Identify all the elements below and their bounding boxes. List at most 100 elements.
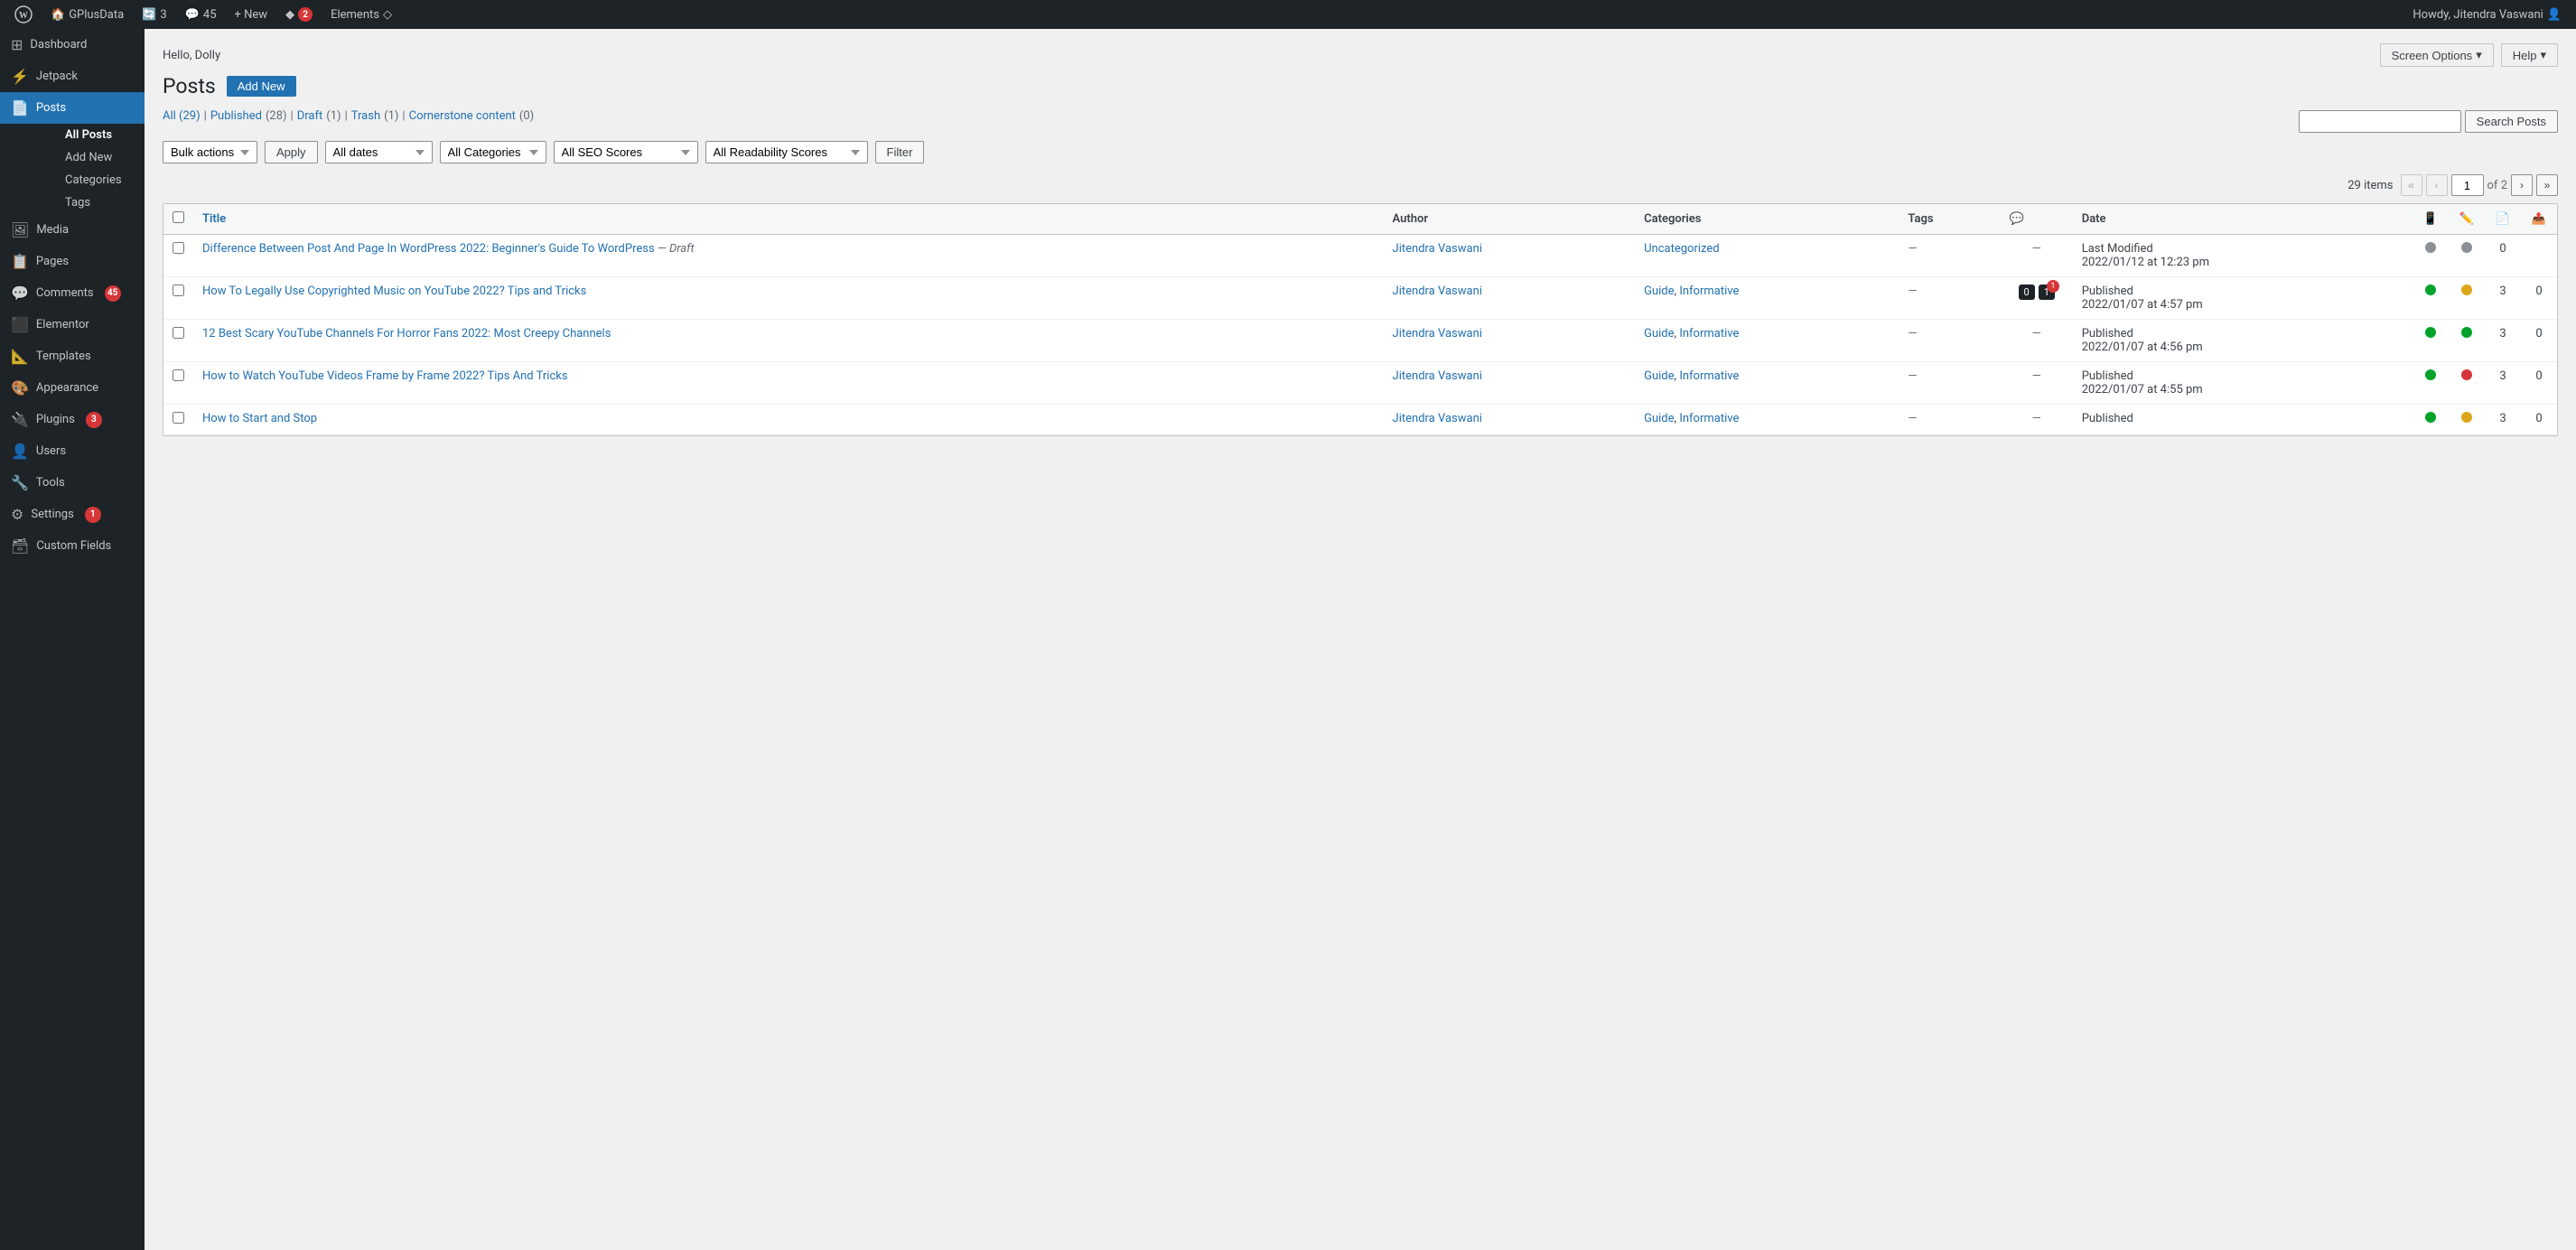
all-dates-select[interactable]: All datesJanuary 2022February 2022 bbox=[325, 141, 433, 163]
bulk-actions-select[interactable]: Bulk actions bbox=[163, 141, 257, 163]
screen-options-chevron-icon: ▾ bbox=[2476, 48, 2482, 62]
posts-table-wrapper: Title Author Categories Tags 💬 bbox=[163, 203, 2558, 436]
site-name-item[interactable]: 🏠 GPlusData bbox=[43, 0, 131, 29]
search-input[interactable] bbox=[2299, 110, 2461, 133]
page-count: 29 items bbox=[2347, 179, 2393, 192]
filter-trash[interactable]: Trash bbox=[351, 109, 380, 123]
category-link[interactable]: Informative bbox=[1679, 327, 1739, 340]
title-header[interactable]: Title bbox=[193, 204, 1384, 235]
author-link[interactable]: Jitendra Vaswani bbox=[1393, 369, 1482, 383]
new-item[interactable]: + New bbox=[228, 0, 275, 29]
last-page-button[interactable]: » bbox=[2536, 174, 2558, 196]
row-checkbox[interactable] bbox=[173, 412, 184, 424]
posts-table: Title Author Categories Tags 💬 bbox=[163, 204, 2557, 435]
author-link[interactable]: Jitendra Vaswani bbox=[1393, 412, 1482, 425]
screen-options-button[interactable]: Screen Options ▾ bbox=[2380, 43, 2494, 67]
row-checkbox[interactable] bbox=[173, 369, 184, 381]
sidebar-label-tools: Tools bbox=[36, 476, 65, 490]
next-page-button[interactable]: › bbox=[2511, 174, 2533, 196]
num1-cell: 3 bbox=[2485, 320, 2521, 362]
sidebar-item-appearance[interactable]: 🎨 Appearance bbox=[0, 372, 145, 404]
filter-all[interactable]: All (29) bbox=[163, 109, 201, 123]
sidebar-item-custom-fields[interactable]: 🗃 Custom Fields bbox=[0, 530, 145, 562]
comments-cell: 0 1 1 bbox=[2001, 277, 2073, 320]
all-readability-select[interactable]: All Readability ScoresGoodOKBadNo Score bbox=[705, 141, 868, 163]
sidebar-label-posts: Posts bbox=[36, 101, 66, 115]
filter-draft[interactable]: Draft bbox=[297, 109, 323, 123]
post-title-link[interactable]: How to Watch YouTube Videos Frame by Fra… bbox=[202, 369, 568, 383]
sidebar-label-comments: Comments bbox=[36, 286, 94, 300]
category-link[interactable]: Informative bbox=[1679, 369, 1739, 383]
category-link[interactable]: Guide bbox=[1644, 369, 1674, 383]
num1-value: 3 bbox=[2499, 285, 2506, 298]
seo-dot bbox=[2425, 242, 2436, 253]
post-title-link[interactable]: How To Legally Use Copyrighted Music on … bbox=[202, 285, 586, 298]
sidebar-item-jetpack[interactable]: ⚡ Jetpack bbox=[0, 61, 145, 92]
categories-cell: Guide, Informative bbox=[1635, 405, 1899, 435]
updates-item[interactable]: 🔄 3 bbox=[135, 0, 174, 29]
comments-item[interactable]: 💬 45 bbox=[178, 0, 224, 29]
post-title-link[interactable]: 12 Best Scary YouTube Channels For Horro… bbox=[202, 327, 611, 340]
wp-logo-item[interactable]: W bbox=[7, 0, 40, 29]
sidebar-item-users[interactable]: 👤 Users bbox=[0, 435, 145, 467]
prev-page-button[interactable]: ‹ bbox=[2426, 174, 2448, 196]
tags-header: Tags bbox=[1899, 204, 2000, 235]
first-page-button[interactable]: « bbox=[2401, 174, 2422, 196]
posts-icon: 📄 bbox=[11, 99, 29, 117]
seo-dot bbox=[2425, 412, 2436, 423]
category-link[interactable]: Guide bbox=[1644, 327, 1674, 340]
sidebar-item-elementor[interactable]: ⬛ Elementor bbox=[0, 309, 145, 340]
author-link[interactable]: Jitendra Vaswani bbox=[1393, 285, 1482, 298]
search-area: Search Posts bbox=[2299, 110, 2558, 133]
sidebar-sub-all-posts[interactable]: All Posts bbox=[33, 124, 145, 146]
seo-col-header: 📱 bbox=[2413, 204, 2449, 235]
filter-published[interactable]: Published bbox=[210, 109, 262, 123]
select-all-checkbox[interactable] bbox=[173, 211, 184, 223]
help-button[interactable]: Help ▾ bbox=[2501, 43, 2558, 67]
sidebar-item-dashboard[interactable]: ⊞ Dashboard bbox=[0, 29, 145, 61]
subfilters-row: All (29) | Published (28) | Draft (1) | … bbox=[163, 109, 2558, 134]
no-comments: — bbox=[2032, 369, 2041, 383]
filter-cornerstone[interactable]: Cornerstone content bbox=[409, 109, 516, 123]
category-link[interactable]: Informative bbox=[1679, 412, 1739, 425]
author-link[interactable]: Jitendra Vaswani bbox=[1393, 242, 1482, 256]
sidebar-item-plugins[interactable]: 🔌 Plugins 3 bbox=[0, 404, 145, 435]
category-link[interactable]: Informative bbox=[1679, 285, 1739, 298]
sidebar-item-pages[interactable]: 📋 Pages bbox=[0, 246, 145, 277]
category-link[interactable]: Uncategorized bbox=[1644, 242, 1719, 256]
page-number-input[interactable] bbox=[2451, 174, 2484, 196]
post-title-link[interactable]: Difference Between Post And Page In Word… bbox=[202, 242, 655, 256]
seo-score-cell bbox=[2413, 405, 2449, 435]
title-sort-link[interactable]: Title bbox=[202, 212, 226, 226]
row-checkbox[interactable] bbox=[173, 327, 184, 339]
sidebar-sub-tags[interactable]: Tags bbox=[33, 191, 145, 214]
sidebar-item-tools[interactable]: 🔧 Tools bbox=[0, 467, 145, 499]
author-link[interactable]: Jitendra Vaswani bbox=[1393, 327, 1482, 340]
elements-label: Elements bbox=[331, 8, 379, 22]
all-categories-select[interactable]: All CategoriesGuideInformativeUncategori… bbox=[440, 141, 546, 163]
search-posts-button[interactable]: Search Posts bbox=[2465, 110, 2558, 133]
jetpack-icon: ⚡ bbox=[11, 68, 29, 85]
elements-item[interactable]: Elements ◇ bbox=[323, 0, 399, 29]
table-body: Difference Between Post And Page In Word… bbox=[163, 235, 2557, 435]
sidebar-item-posts[interactable]: 📄 Posts bbox=[0, 92, 145, 124]
sidebar-item-templates[interactable]: 📐 Templates bbox=[0, 340, 145, 372]
all-seo-scores-select[interactable]: All SEO ScoresGoodOKBadNo Score bbox=[554, 141, 698, 163]
sidebar-item-settings[interactable]: ⚙ Settings 1 bbox=[0, 499, 145, 530]
filter-button[interactable]: Filter bbox=[875, 141, 925, 163]
add-new-button[interactable]: Add New bbox=[227, 76, 296, 97]
sidebar-item-comments[interactable]: 💬 Comments 45 bbox=[0, 277, 145, 309]
category-link[interactable]: Guide bbox=[1644, 412, 1674, 425]
apply-button[interactable]: Apply bbox=[265, 141, 318, 163]
post-title-link[interactable]: How to Start and Stop bbox=[202, 412, 317, 425]
sidebar-sub-add-new[interactable]: Add New bbox=[33, 146, 145, 169]
row-checkbox[interactable] bbox=[173, 285, 184, 296]
row-checkbox[interactable] bbox=[173, 242, 184, 254]
sidebar-sub-categories[interactable]: Categories bbox=[33, 169, 145, 191]
category-link[interactable]: Guide bbox=[1644, 285, 1674, 298]
sidebar-item-media[interactable]: 🖼 Media bbox=[0, 214, 145, 246]
layout: ⊞ Dashboard ⚡ Jetpack 📄 Posts All Posts … bbox=[0, 29, 2576, 1250]
rankmath-item[interactable]: ◆ 2 bbox=[278, 0, 320, 29]
approved-comments[interactable]: 0 bbox=[2019, 285, 2035, 300]
user-greeting[interactable]: Howdy, Jitendra Vaswani 👤 bbox=[2405, 0, 2569, 29]
